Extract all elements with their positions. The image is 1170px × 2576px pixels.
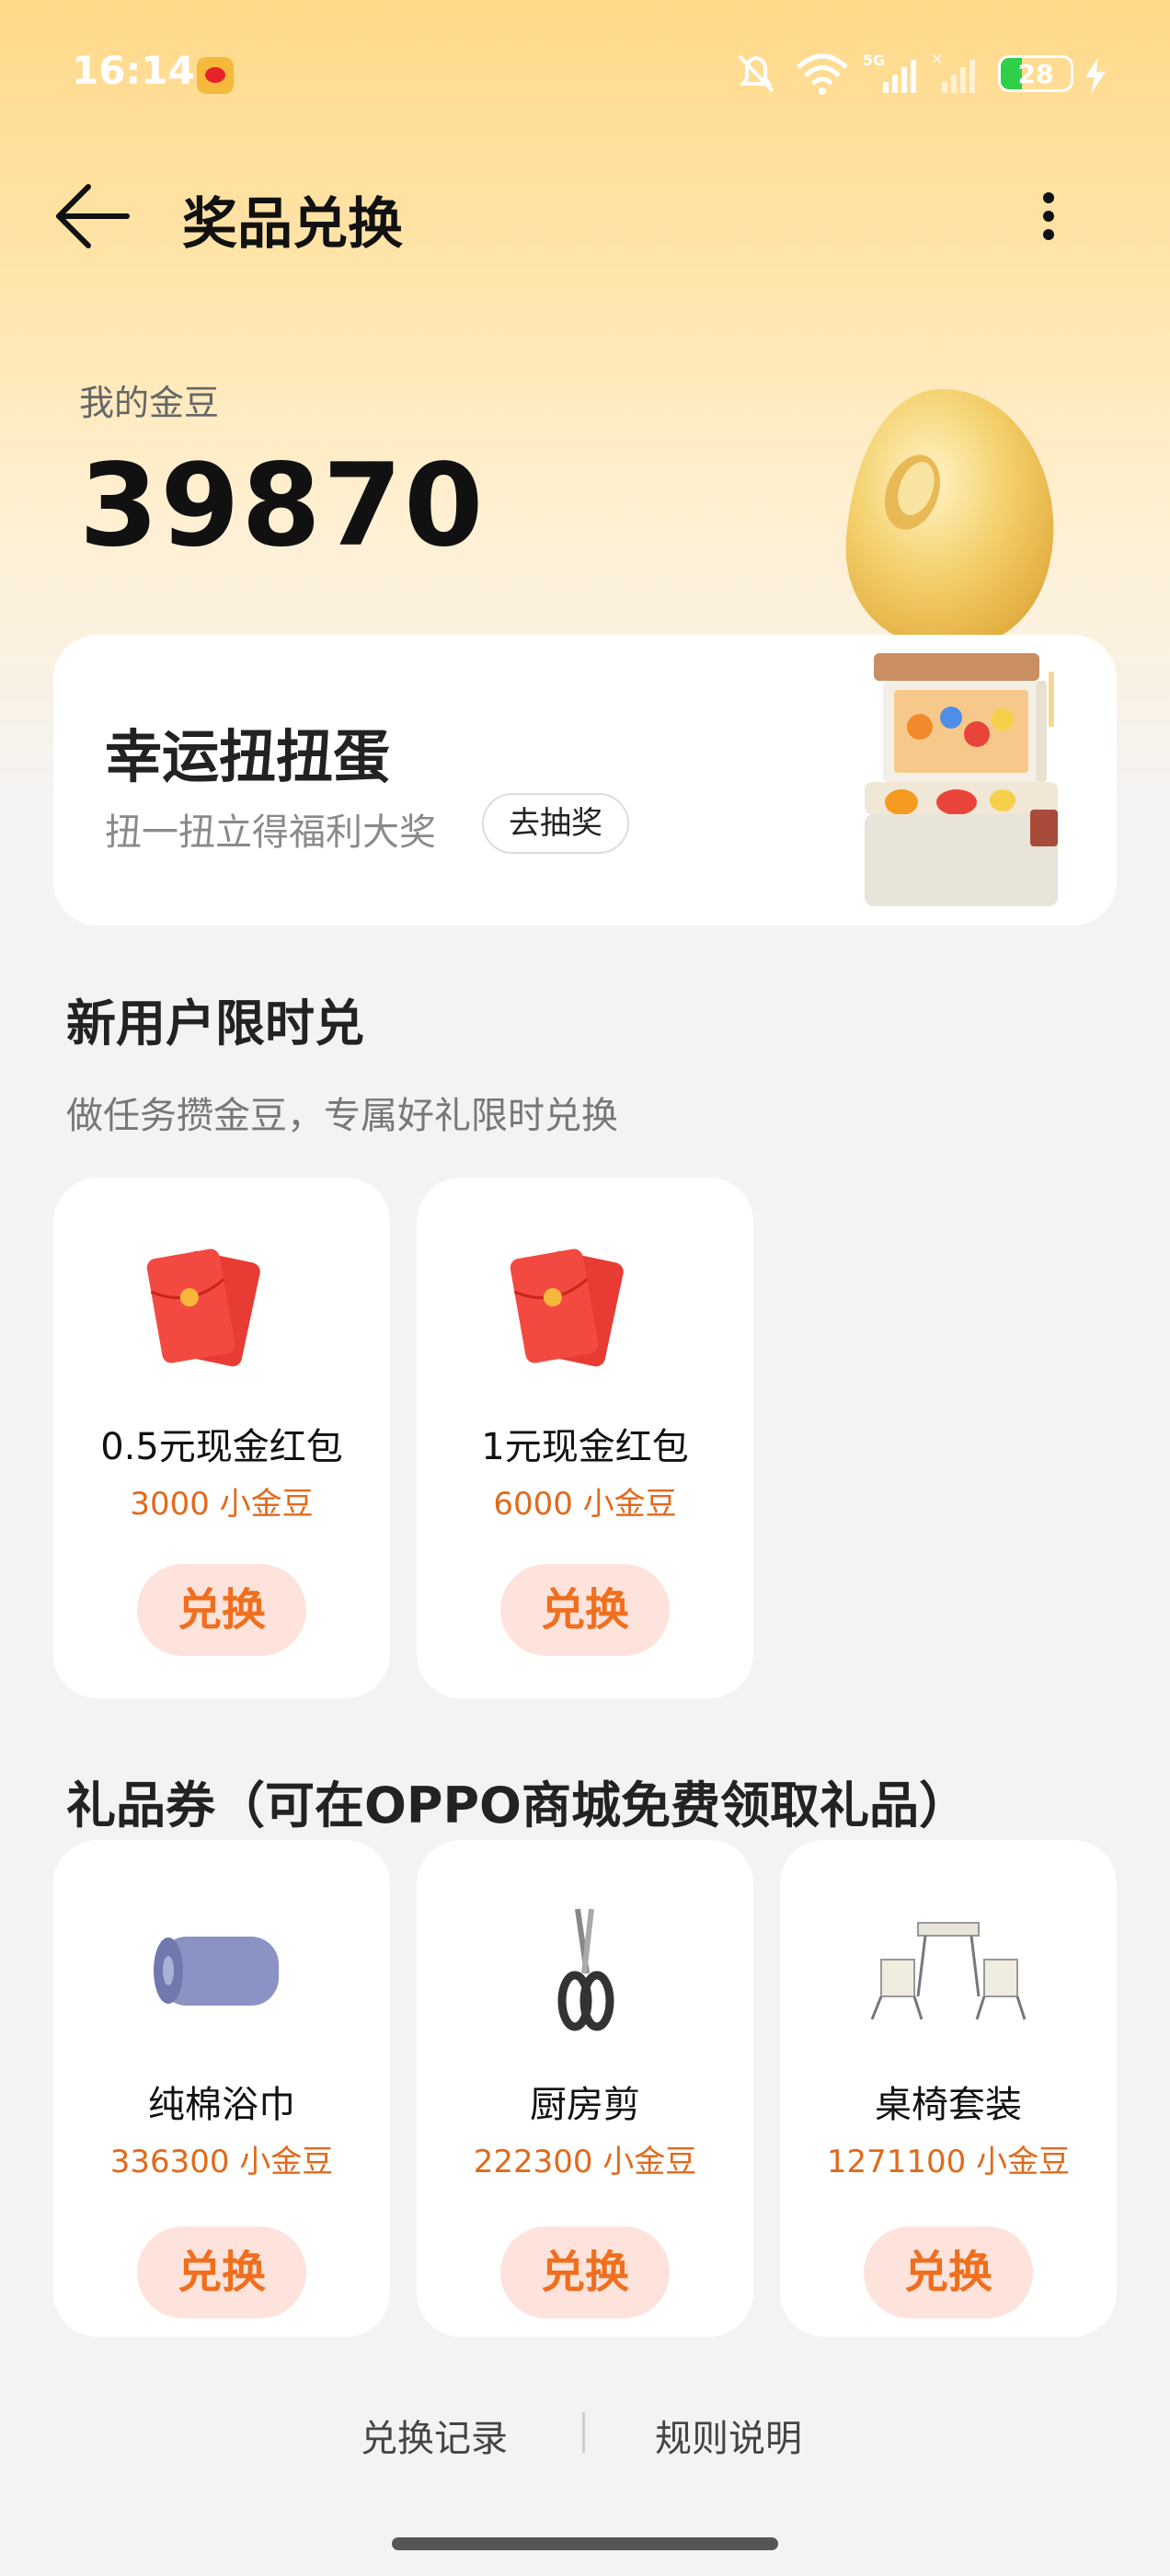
red-envelope-icon bbox=[146, 1248, 260, 1367]
divider bbox=[582, 2412, 585, 2453]
charging-icon bbox=[1085, 57, 1106, 94]
gold-bean-icon bbox=[845, 389, 1054, 650]
more-options-button[interactable] bbox=[1021, 179, 1076, 253]
towel-icon bbox=[154, 1937, 279, 2006]
exchange-button[interactable]: 兑换 bbox=[864, 2226, 1033, 2318]
lucky-draw-subtitle: 扭一扭立得福利大奖 bbox=[105, 811, 436, 854]
red-envelope-icon bbox=[510, 1248, 624, 1367]
back-button[interactable] bbox=[53, 179, 136, 253]
wifi-icon bbox=[797, 53, 848, 95]
exchange-button[interactable]: 兑换 bbox=[137, 2226, 306, 2318]
new-user-section-title: 新用户限时兑 bbox=[66, 995, 364, 1052]
reward-name: 0.5元现金红包 bbox=[100, 1426, 343, 1468]
exchange-button[interactable]: 兑换 bbox=[500, 2226, 670, 2318]
more-dot-icon bbox=[1043, 192, 1054, 203]
gift-name: 纯棉浴巾 bbox=[148, 2084, 295, 2126]
table-chairs-icon bbox=[870, 1922, 1027, 2020]
balance-label: 我的金豆 bbox=[79, 383, 220, 423]
weibo-notification-icon bbox=[197, 57, 234, 94]
gift-section-title: 礼品券（可在OPPO商城免费领取礼品） bbox=[66, 1777, 969, 1834]
reward-name: 1元现金红包 bbox=[481, 1426, 689, 1468]
gift-cost: 222300 小金豆 bbox=[473, 2144, 697, 2180]
more-dot-icon bbox=[1043, 229, 1054, 240]
gift-name: 厨房剪 bbox=[530, 2084, 640, 2126]
more-dot-icon bbox=[1043, 211, 1054, 222]
status-time: 16:14 bbox=[72, 48, 195, 93]
exchange-button[interactable]: 兑换 bbox=[500, 1564, 670, 1656]
signal-2-icon: × bbox=[931, 51, 975, 93]
exchange-records-link[interactable]: 兑换记录 bbox=[361, 2409, 508, 2462]
page-title: 奖品兑换 bbox=[182, 192, 403, 257]
reward-card[interactable]: 1元现金红包 6000 小金豆 兑换 bbox=[417, 1178, 753, 1698]
rules-link[interactable]: 规则说明 bbox=[655, 2409, 802, 2462]
scissors-icon bbox=[557, 1908, 614, 2031]
signal-5g-icon: 5G bbox=[863, 52, 916, 93]
status-bar: 16:14 5G × 28 bbox=[0, 0, 1170, 138]
gift-cost: 336300 小金豆 bbox=[109, 2144, 334, 2180]
mute-icon bbox=[738, 54, 774, 93]
arrow-left-icon bbox=[56, 184, 130, 248]
gift-card[interactable]: 厨房剪 222300 小金豆 兑换 bbox=[417, 1840, 753, 2337]
new-user-section-subtitle: 做任务攒金豆，专属好礼限时兑换 bbox=[66, 1095, 618, 1137]
capsule-machine-icon bbox=[865, 653, 1058, 906]
battery-indicator: 28 bbox=[998, 55, 1073, 92]
go-draw-button[interactable]: 去抽奖 bbox=[482, 793, 629, 854]
balance-value: 39870 bbox=[79, 440, 486, 572]
gift-card[interactable]: 桌椅套装 1271100 小金豆 兑换 bbox=[780, 1840, 1117, 2337]
gift-card[interactable]: 纯棉浴巾 336300 小金豆 兑换 bbox=[53, 1840, 390, 2337]
exchange-button[interactable]: 兑换 bbox=[137, 1564, 306, 1656]
battery-level: 28 bbox=[1017, 59, 1054, 89]
gift-cost: 1271100 小金豆 bbox=[826, 2144, 1071, 2180]
reward-cost: 6000 小金豆 bbox=[493, 1486, 677, 1523]
reward-cost: 3000 小金豆 bbox=[130, 1486, 314, 1523]
home-indicator[interactable] bbox=[392, 2537, 778, 2550]
reward-card[interactable]: 0.5元现金红包 3000 小金豆 兑换 bbox=[53, 1178, 390, 1698]
svg-text:5G: 5G bbox=[863, 52, 885, 69]
lucky-draw-title: 幸运扭扭蛋 bbox=[105, 723, 391, 790]
svg-text:×: × bbox=[931, 51, 943, 67]
gift-name: 桌椅套装 bbox=[875, 2084, 1022, 2126]
